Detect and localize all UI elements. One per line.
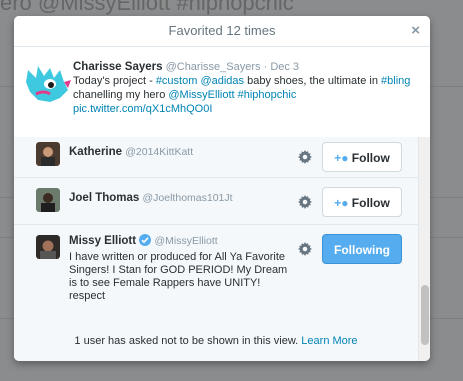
user-row[interactable]: Missy Elliott @MissyElliott I have writt… xyxy=(14,224,418,321)
favorited-tweet[interactable]: Charisse Sayers @Charisse_Sayers · Dec 3… xyxy=(14,47,430,138)
follow-button-label: Follow xyxy=(351,196,390,210)
tweet-header: Charisse Sayers @Charisse_Sayers · Dec 3 xyxy=(73,60,413,74)
hashtag-bling-link[interactable]: #bling xyxy=(381,75,410,87)
hidden-users-text: 1 user has asked not to be shown in this… xyxy=(74,335,299,347)
avatar[interactable] xyxy=(36,142,60,166)
user-bio: I have written or produced for All Ya Fa… xyxy=(69,251,288,302)
tweet-date[interactable]: Dec 3 xyxy=(270,61,299,73)
close-icon[interactable]: × xyxy=(411,16,420,46)
tweet-separator: · xyxy=(263,61,268,73)
follow-button[interactable]: +● Follow xyxy=(322,187,402,217)
tweet-author-name[interactable]: Charisse Sayers xyxy=(73,61,163,73)
mention-missy-link[interactable]: @MissyElliott xyxy=(168,89,234,101)
user-row[interactable]: Joel Thomas @Joelthomas101Jt +● Follow xyxy=(14,177,418,225)
user-display-name[interactable]: Joel Thomas xyxy=(69,192,139,204)
modal-header: Favorited 12 times × xyxy=(14,16,430,47)
gear-icon[interactable] xyxy=(298,150,312,164)
user-name-line: Katherine @2014KittKatt xyxy=(69,146,193,158)
follow-button[interactable]: +● Follow xyxy=(322,142,402,172)
scrollbar-track[interactable] xyxy=(418,137,430,361)
hidden-users-notice: 1 user has asked not to be shown in this… xyxy=(14,321,418,361)
user-display-name[interactable]: Missy Elliott xyxy=(69,235,136,247)
add-user-icon: +● xyxy=(334,151,349,165)
tweet-author-handle[interactable]: @Charisse_Sayers xyxy=(166,61,261,73)
avatar[interactable] xyxy=(36,235,60,259)
mention-adidas-link[interactable]: @adidas xyxy=(200,75,244,87)
verified-badge-icon xyxy=(139,234,152,246)
user-display-name[interactable]: Katherine xyxy=(69,146,122,158)
tweet-author-avatar[interactable] xyxy=(24,60,72,108)
favorited-modal: Favorited 12 times × Charisse Sayers @Ch… xyxy=(14,16,430,361)
tweet-pic-link[interactable]: pic.twitter.com/qX1cMhQO0I xyxy=(73,103,212,115)
tweet-text-channel: chanelling my hero xyxy=(73,89,169,101)
gear-icon[interactable] xyxy=(298,242,312,256)
tweet-content: Charisse Sayers @Charisse_Sayers · Dec 3… xyxy=(73,60,413,116)
gear-icon[interactable] xyxy=(298,195,312,209)
background-tweet-text: ero @MissyElliott #hiphopchic xyxy=(0,0,294,15)
follow-button-label: Follow xyxy=(351,151,390,165)
user-name-line: Joel Thomas @Joelthomas101Jt xyxy=(69,192,233,204)
scrollbar-thumb[interactable] xyxy=(421,285,429,345)
user-handle[interactable]: @Joelthomas101Jt xyxy=(143,192,233,204)
add-user-icon: +● xyxy=(334,196,349,210)
following-button[interactable]: Following xyxy=(322,234,402,264)
user-row[interactable]: Katherine @2014KittKatt +● Follow xyxy=(14,137,418,178)
tweet-text: Today's project - #custom @adidas baby s… xyxy=(73,74,413,116)
favoriters-list: Katherine @2014KittKatt +● Follow Joel T… xyxy=(14,137,418,361)
user-name-line: Missy Elliott @MissyElliott xyxy=(69,234,218,247)
avatar[interactable] xyxy=(36,188,60,212)
learn-more-link[interactable]: Learn More xyxy=(301,335,357,347)
user-handle[interactable]: @MissyElliott xyxy=(155,235,218,247)
tweet-text-mid: baby shoes, the ultimate in xyxy=(244,75,382,87)
hashtag-custom-link[interactable]: #custom xyxy=(156,75,198,87)
tweet-text-prefix: Today's project - xyxy=(73,75,156,87)
hashtag-hiphopchic-link[interactable]: #hiphopchic xyxy=(238,89,297,101)
user-handle[interactable]: @2014KittKatt xyxy=(125,146,193,158)
modal-title: Favorited 12 times xyxy=(168,23,276,38)
